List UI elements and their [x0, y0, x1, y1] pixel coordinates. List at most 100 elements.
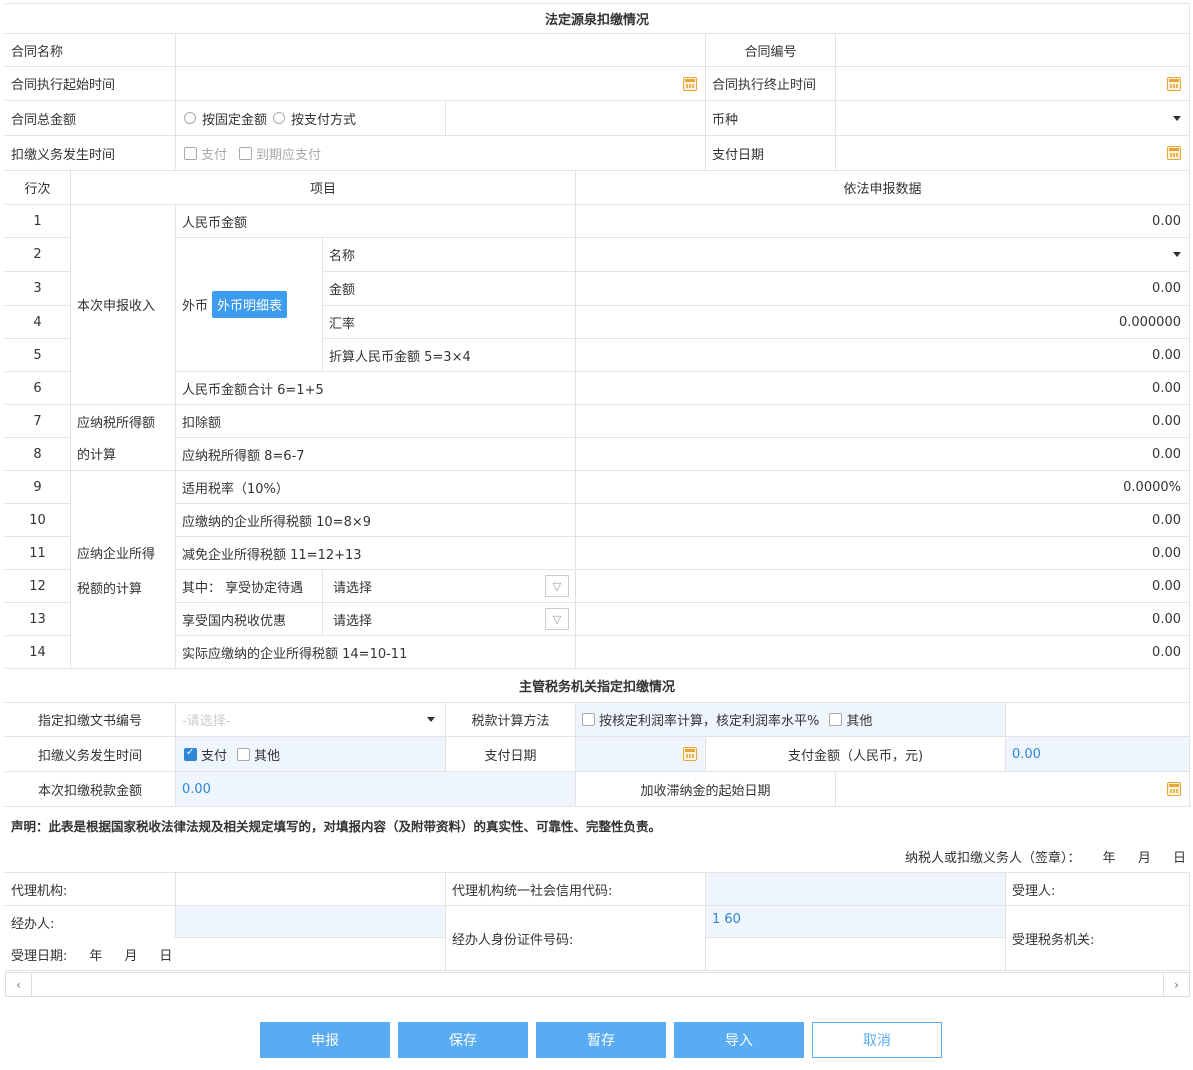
radio-payment-label: 按支付方式	[291, 112, 357, 128]
checkbox-calc-other[interactable]	[829, 713, 843, 726]
row-number: 6	[5, 372, 71, 405]
cancel-button[interactable]: 取消	[812, 1022, 942, 1058]
scroll-left-icon[interactable]: ‹	[6, 973, 32, 996]
checkbox-designated-pay[interactable]	[184, 747, 197, 761]
calendar-icon[interactable]	[683, 76, 697, 91]
contract-total-radio-group: 按固定金额 按支付方式	[176, 101, 446, 136]
credit-code-label: 代理机构统一社会信用代码:	[446, 872, 706, 906]
section-title-statutory: 法定源泉扣缴情况	[5, 3, 1190, 34]
chevron-down-icon[interactable]: ▽	[545, 575, 569, 597]
doc-number-select[interactable]: -请选择-	[176, 703, 446, 737]
pay-amount-value[interactable]: 0.00	[1006, 737, 1190, 772]
radio-fixed-amount[interactable]	[184, 112, 196, 124]
calendar-icon[interactable]	[1167, 76, 1181, 91]
handler-input[interactable]	[176, 906, 446, 938]
row-number: 3	[5, 272, 71, 306]
item-taxable-income: 应纳税所得额 8=6-7	[176, 438, 576, 471]
value-cell[interactable]: 0.00	[576, 405, 1190, 438]
col-item-header: 项目	[71, 171, 576, 205]
profit-rate-input[interactable]	[1006, 703, 1190, 737]
checkbox-profit-rate[interactable]	[582, 713, 595, 726]
accept-year: 年	[89, 948, 103, 964]
calendar-icon[interactable]	[683, 747, 697, 761]
chevron-down-icon	[1173, 252, 1181, 257]
item-currency-name: 名称	[323, 238, 576, 272]
contract-number-label: 合同编号	[706, 34, 836, 67]
item-foreign-amount: 金额	[323, 272, 576, 306]
contract-start-input[interactable]	[176, 67, 706, 101]
value-cell[interactable]: 0.00	[576, 603, 1190, 636]
checkbox-due-label: 到期应支付	[256, 147, 322, 163]
pay-amount-label: 支付金额（人民币，元)	[706, 737, 1006, 772]
row-number: 13	[5, 603, 71, 636]
item-exchange-rate: 汇率	[323, 306, 576, 339]
domestic-benefit-select[interactable]: 请选择 ▽	[323, 603, 576, 636]
radio-payment-method[interactable]	[273, 112, 286, 124]
checkbox-designated-other[interactable]	[237, 747, 251, 761]
withhold-amount-value[interactable]: 0.00	[176, 772, 576, 807]
contract-number-input[interactable]	[836, 34, 1190, 67]
obligation-time-label: 扣缴义务发生时间	[5, 136, 176, 171]
checkbox-designated-pay-label: 支付	[201, 748, 228, 764]
value-cell[interactable]: 0.00	[576, 570, 1190, 603]
scroll-right-icon[interactable]: ›	[1163, 973, 1189, 996]
submit-button[interactable]: 申报	[260, 1022, 390, 1058]
save-button[interactable]: 保存	[398, 1022, 528, 1058]
designated-obligation-checks: 支付 其他	[176, 737, 446, 772]
foreign-detail-button[interactable]: 外币明细表	[212, 291, 288, 318]
designated-obligation-label: 扣缴义务发生时间	[5, 737, 176, 772]
horizontal-scrollbar[interactable]: ‹ ›	[5, 972, 1190, 997]
import-button[interactable]: 导入	[674, 1022, 804, 1058]
item-treaty-benefit: 其中： 享受协定待遇	[176, 570, 323, 603]
currency-select[interactable]	[836, 101, 1190, 136]
group-income-label: 本次申报收入	[71, 205, 176, 405]
late-fee-start-label: 加收滞纳金的起始日期	[576, 772, 836, 807]
checkbox-designated-other-label: 其他	[254, 748, 281, 764]
obligation-time-checks: 支付 到期应支付	[176, 136, 706, 171]
value-cell: 0.00	[576, 537, 1190, 570]
chevron-down-icon[interactable]: ▽	[545, 608, 569, 630]
contract-name-input[interactable]	[176, 34, 706, 67]
value-cell[interactable]: 0.000000	[576, 306, 1190, 339]
row-number: 8	[5, 438, 71, 471]
item-tax-reduction: 减免企业所得税额 11=12+13	[176, 537, 576, 570]
pay-date-label: 支付日期	[706, 136, 836, 171]
calendar-icon[interactable]	[1167, 146, 1181, 160]
contract-end-input[interactable]	[836, 67, 1190, 101]
row-number: 14	[5, 636, 71, 669]
treaty-benefit-select[interactable]: 请选择 ▽	[323, 570, 576, 603]
credit-code-input[interactable]	[706, 872, 1006, 906]
section-title-designated: 主管税务机关指定扣缴情况	[5, 669, 1190, 703]
group-taxable-label-2: 的计算	[77, 448, 117, 464]
accept-day: 日	[159, 948, 173, 964]
currency-name-select[interactable]	[576, 238, 1190, 272]
item-rmb-amount: 人民币金额	[176, 205, 576, 238]
pay-date-input[interactable]	[836, 136, 1190, 171]
sign-day: 日	[1172, 851, 1186, 866]
sign-month: 月	[1137, 851, 1151, 866]
calendar-icon[interactable]	[1167, 782, 1181, 796]
late-fee-start-input[interactable]	[836, 772, 1190, 807]
item-converted-rmb: 折算人民币金额 5=3×4	[323, 339, 576, 372]
agency-input[interactable]	[176, 872, 446, 906]
draft-button[interactable]: 暂存	[536, 1022, 666, 1058]
receiver-label: 受理人:	[1006, 872, 1190, 906]
select-placeholder: 请选择	[333, 580, 373, 596]
tax-office-label: 受理税务机关:	[1006, 906, 1190, 971]
handler-id-label: 经办人身份证件号码:	[446, 906, 706, 971]
designated-pay-date-input[interactable]	[576, 737, 706, 772]
checkbox-pay[interactable]	[184, 146, 197, 160]
signature-label: 纳税人或扣缴义务人（签章）：	[905, 851, 1081, 866]
value-cell: 0.00	[576, 339, 1190, 372]
handler-id-value[interactable]: 1 60	[706, 906, 1006, 938]
checkbox-calc-other-label: 其他	[846, 714, 873, 729]
contract-total-input[interactable]	[446, 101, 706, 136]
value-cell[interactable]: 0.00	[576, 205, 1190, 238]
value-cell[interactable]: 0.00	[576, 272, 1190, 306]
doc-number-placeholder: -请选择-	[182, 714, 231, 729]
calc-method-options: 按核定利润率计算，核定利润率水平% 其他	[576, 703, 1006, 737]
checkbox-due[interactable]	[239, 146, 253, 160]
value-cell: 0.00	[576, 504, 1190, 537]
item-tax-rate: 适用税率（10%）	[176, 471, 576, 504]
radio-fixed-label: 按固定金额	[202, 112, 268, 128]
